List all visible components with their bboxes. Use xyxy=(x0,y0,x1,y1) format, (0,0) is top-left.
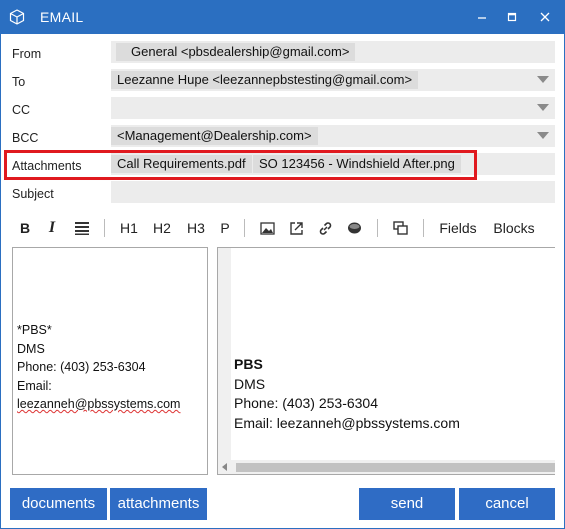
vertical-scrollbar[interactable] xyxy=(218,248,231,474)
toolbar-divider xyxy=(104,219,105,237)
signature-line: leezanneh@pbssystems.com xyxy=(17,397,181,411)
maximize-icon xyxy=(507,12,517,22)
cancel-button[interactable]: cancel xyxy=(459,488,555,520)
bcc-dropdown-icon[interactable] xyxy=(537,132,549,139)
attachments-button[interactable]: attachments xyxy=(110,488,207,520)
h2-button[interactable]: H2 xyxy=(151,218,173,238)
image-icon xyxy=(259,222,275,235)
signature-source: *PBS* DMS Phone: (403) 253-6304 Email: l… xyxy=(17,321,180,414)
cc-dropdown-icon[interactable] xyxy=(537,104,549,111)
subject-input[interactable] xyxy=(111,181,555,203)
documents-button[interactable]: documents xyxy=(10,488,107,520)
signature-line: Phone: (403) 253-6304 xyxy=(17,360,146,374)
paragraph-button[interactable]: P xyxy=(218,218,232,238)
blocks-button[interactable]: Blocks xyxy=(490,218,538,238)
source-editor[interactable]: *PBS* DMS Phone: (403) 253-6304 Email: l… xyxy=(12,247,208,475)
toolbar-divider xyxy=(423,219,424,237)
to-chip[interactable]: Leezanne Hupe <leezannepbstesting@gmail.… xyxy=(111,71,419,89)
italic-button[interactable]: I xyxy=(45,218,59,238)
to-field[interactable]: Leezanne Hupe <leezannepbstesting@gmail.… xyxy=(111,69,555,91)
signature-line: Email: xyxy=(17,378,52,393)
minimize-button[interactable] xyxy=(468,4,496,30)
bcc-label: BCC xyxy=(12,131,39,145)
window-title: EMAIL xyxy=(40,9,84,25)
align-justify-icon xyxy=(75,222,89,235)
attachments-highlight xyxy=(4,150,477,180)
title-bar: EMAIL xyxy=(0,0,565,34)
h1-button[interactable]: H1 xyxy=(118,218,140,238)
color-button[interactable] xyxy=(345,218,363,238)
link-button[interactable] xyxy=(316,218,334,238)
circle-fill-icon xyxy=(347,222,361,234)
minimize-icon xyxy=(478,17,486,19)
scrollbar-thumb[interactable] xyxy=(236,463,555,472)
bcc-chip[interactable]: <Management@Dealership.com> xyxy=(111,127,318,145)
toolbar-divider xyxy=(244,219,245,237)
close-icon xyxy=(540,12,550,22)
subject-label: Subject xyxy=(12,187,54,201)
cc-field[interactable] xyxy=(111,97,555,119)
horizontal-scrollbar[interactable] xyxy=(218,460,555,474)
cube-icon xyxy=(9,9,25,25)
close-button[interactable] xyxy=(531,4,559,30)
h3-button[interactable]: H3 xyxy=(185,218,207,238)
signature-line: *PBS* xyxy=(17,323,52,337)
signature-line: Email: leezanneh@pbssystems.com xyxy=(234,414,460,431)
bcc-field[interactable]: <Management@Dealership.com> xyxy=(111,125,555,147)
toolbar-divider xyxy=(377,219,378,237)
from-field[interactable]: General <pbsdealership@gmail.com> xyxy=(111,41,555,63)
signature-line: Phone: (403) 253-6304 xyxy=(234,395,378,411)
external-link-icon xyxy=(289,222,303,235)
to-label: To xyxy=(12,75,26,89)
copy-blocks-icon xyxy=(392,221,408,235)
align-button[interactable] xyxy=(73,218,91,238)
cc-label: CC xyxy=(12,103,31,117)
block-insert-button[interactable] xyxy=(391,218,409,238)
bold-button[interactable]: B xyxy=(18,218,32,238)
signature-line: DMS xyxy=(234,375,266,392)
to-dropdown-icon[interactable] xyxy=(537,76,549,83)
signature-line: PBS xyxy=(234,356,263,372)
preview-pane[interactable]: PBS DMS Phone: (403) 253-6304 Email: lee… xyxy=(217,247,555,475)
image-button[interactable] xyxy=(258,218,276,238)
maximize-button[interactable] xyxy=(498,4,526,30)
scroll-left-icon[interactable] xyxy=(222,463,227,471)
from-chip[interactable]: General <pbsdealership@gmail.com> xyxy=(116,43,356,61)
external-link-button[interactable] xyxy=(287,218,305,238)
link-icon xyxy=(319,222,331,235)
send-button[interactable]: send xyxy=(359,488,455,520)
signature-line: DMS xyxy=(17,341,45,356)
signature-preview: PBS DMS Phone: (403) 253-6304 Email: lee… xyxy=(234,355,460,433)
from-label: From xyxy=(12,47,42,61)
fields-button[interactable]: Fields xyxy=(437,218,479,238)
editor-toolbar: B I H1 H2 H3 P Fields Blocks xyxy=(0,213,565,243)
